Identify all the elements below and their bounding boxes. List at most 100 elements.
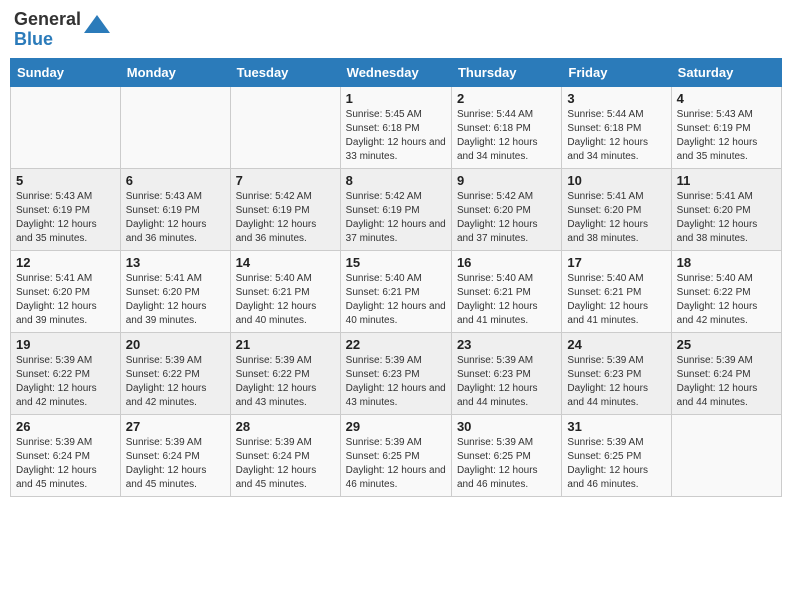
calendar-week-row: 19 Sunrise: 5:39 AM Sunset: 6:22 PM Dayli…: [11, 332, 782, 414]
day-number: 3: [567, 91, 665, 106]
day-number: 29: [346, 419, 446, 434]
logo-icon: [84, 15, 110, 37]
calendar-week-row: 26 Sunrise: 5:39 AM Sunset: 6:24 PM Dayli…: [11, 414, 782, 496]
day-info: Sunrise: 5:39 AM Sunset: 6:22 PM Dayligh…: [126, 354, 225, 410]
column-header-thursday: Thursday: [451, 58, 561, 86]
calendar-day-6: 6 Sunrise: 5:43 AM Sunset: 6:19 PM Daylig…: [120, 168, 230, 250]
day-number: 8: [346, 173, 446, 188]
day-info: Sunrise: 5:40 AM Sunset: 6:21 PM Dayligh…: [236, 272, 335, 328]
day-info: Sunrise: 5:39 AM Sunset: 6:24 PM Dayligh…: [126, 436, 225, 492]
day-number: 1: [346, 91, 446, 106]
calendar-day-25: 25 Sunrise: 5:39 AM Sunset: 6:24 PM Dayli…: [671, 332, 781, 414]
day-number: 6: [126, 173, 225, 188]
day-number: 20: [126, 337, 225, 352]
day-number: 30: [457, 419, 556, 434]
day-number: 27: [126, 419, 225, 434]
day-info: Sunrise: 5:39 AM Sunset: 6:24 PM Dayligh…: [677, 354, 776, 410]
logo-blue-word: Blue: [14, 30, 53, 50]
day-number: 13: [126, 255, 225, 270]
logo-general-word: General: [14, 10, 81, 30]
calendar-day-2: 2 Sunrise: 5:44 AM Sunset: 6:18 PM Daylig…: [451, 86, 561, 168]
calendar-day-9: 9 Sunrise: 5:42 AM Sunset: 6:20 PM Daylig…: [451, 168, 561, 250]
day-info: Sunrise: 5:41 AM Sunset: 6:20 PM Dayligh…: [126, 272, 225, 328]
day-number: 12: [16, 255, 115, 270]
day-info: Sunrise: 5:39 AM Sunset: 6:24 PM Dayligh…: [236, 436, 335, 492]
calendar-empty-cell: [120, 86, 230, 168]
day-info: Sunrise: 5:39 AM Sunset: 6:25 PM Dayligh…: [567, 436, 665, 492]
column-header-saturday: Saturday: [671, 58, 781, 86]
day-number: 19: [16, 337, 115, 352]
day-info: Sunrise: 5:42 AM Sunset: 6:20 PM Dayligh…: [457, 190, 556, 246]
calendar-week-row: 5 Sunrise: 5:43 AM Sunset: 6:19 PM Daylig…: [11, 168, 782, 250]
calendar-day-28: 28Sunrise: 5:39 AM Sunset: 6:24 PM Dayli…: [230, 414, 340, 496]
calendar-day-24: 24 Sunrise: 5:39 AM Sunset: 6:23 PM Dayli…: [562, 332, 671, 414]
day-number: 10: [567, 173, 665, 188]
day-number: 23: [457, 337, 556, 352]
calendar-day-1: 1 Sunrise: 5:45 AM Sunset: 6:18 PM Daylig…: [340, 86, 451, 168]
column-header-wednesday: Wednesday: [340, 58, 451, 86]
calendar-day-12: 12 Sunrise: 5:41 AM Sunset: 6:20 PM Dayli…: [11, 250, 121, 332]
day-info: Sunrise: 5:43 AM Sunset: 6:19 PM Dayligh…: [677, 108, 776, 164]
calendar-day-22: 22Sunrise: 5:39 AM Sunset: 6:23 PM Dayli…: [340, 332, 451, 414]
day-info: Sunrise: 5:44 AM Sunset: 6:18 PM Dayligh…: [457, 108, 556, 164]
day-info: Sunrise: 5:42 AM Sunset: 6:19 PM Dayligh…: [236, 190, 335, 246]
calendar-header-row: SundayMondayTuesdayWednesdayThursdayFrid…: [11, 58, 782, 86]
day-info: Sunrise: 5:41 AM Sunset: 6:20 PM Dayligh…: [16, 272, 115, 328]
day-number: 7: [236, 173, 335, 188]
day-number: 9: [457, 173, 556, 188]
day-info: Sunrise: 5:40 AM Sunset: 6:22 PM Dayligh…: [677, 272, 776, 328]
calendar-empty-cell: [11, 86, 121, 168]
day-info: Sunrise: 5:39 AM Sunset: 6:23 PM Dayligh…: [567, 354, 665, 410]
day-number: 14: [236, 255, 335, 270]
day-number: 11: [677, 173, 776, 188]
day-info: Sunrise: 5:39 AM Sunset: 6:24 PM Dayligh…: [16, 436, 115, 492]
calendar-day-3: 3Sunrise: 5:44 AM Sunset: 6:18 PM Daylig…: [562, 86, 671, 168]
column-header-tuesday: Tuesday: [230, 58, 340, 86]
day-info: Sunrise: 5:42 AM Sunset: 6:19 PM Dayligh…: [346, 190, 446, 246]
calendar-day-4: 4 Sunrise: 5:43 AM Sunset: 6:19 PM Daylig…: [671, 86, 781, 168]
day-number: 31: [567, 419, 665, 434]
day-number: 16: [457, 255, 556, 270]
day-number: 26: [16, 419, 115, 434]
day-info: Sunrise: 5:40 AM Sunset: 6:21 PM Dayligh…: [457, 272, 556, 328]
calendar-empty-cell: [230, 86, 340, 168]
day-info: Sunrise: 5:41 AM Sunset: 6:20 PM Dayligh…: [677, 190, 776, 246]
day-info: Sunrise: 5:39 AM Sunset: 6:22 PM Dayligh…: [236, 354, 335, 410]
calendar-day-21: 21Sunrise: 5:39 AM Sunset: 6:22 PM Dayli…: [230, 332, 340, 414]
calendar-day-5: 5 Sunrise: 5:43 AM Sunset: 6:19 PM Daylig…: [11, 168, 121, 250]
calendar-day-7: 7 Sunrise: 5:42 AM Sunset: 6:19 PM Daylig…: [230, 168, 340, 250]
day-info: Sunrise: 5:43 AM Sunset: 6:19 PM Dayligh…: [126, 190, 225, 246]
day-number: 24: [567, 337, 665, 352]
column-header-friday: Friday: [562, 58, 671, 86]
day-info: Sunrise: 5:45 AM Sunset: 6:18 PM Dayligh…: [346, 108, 446, 164]
day-info: Sunrise: 5:40 AM Sunset: 6:21 PM Dayligh…: [346, 272, 446, 328]
day-number: 4: [677, 91, 776, 106]
day-number: 17: [567, 255, 665, 270]
day-info: Sunrise: 5:43 AM Sunset: 6:19 PM Dayligh…: [16, 190, 115, 246]
calendar-day-16: 16 Sunrise: 5:40 AM Sunset: 6:21 PM Dayli…: [451, 250, 561, 332]
calendar-day-8: 8 Sunrise: 5:42 AM Sunset: 6:19 PM Daylig…: [340, 168, 451, 250]
day-number: 18: [677, 255, 776, 270]
calendar-day-11: 11 Sunrise: 5:41 AM Sunset: 6:20 PM Dayli…: [671, 168, 781, 250]
day-number: 25: [677, 337, 776, 352]
calendar-day-17: 17 Sunrise: 5:40 AM Sunset: 6:21 PM Dayli…: [562, 250, 671, 332]
calendar-day-18: 18 Sunrise: 5:40 AM Sunset: 6:22 PM Dayli…: [671, 250, 781, 332]
logo-text: General Blue: [14, 10, 81, 50]
calendar-day-26: 26 Sunrise: 5:39 AM Sunset: 6:24 PM Dayli…: [11, 414, 121, 496]
calendar-day-23: 23Sunrise: 5:39 AM Sunset: 6:23 PM Dayli…: [451, 332, 561, 414]
logo: General Blue: [14, 10, 110, 50]
calendar-week-row: 1 Sunrise: 5:45 AM Sunset: 6:18 PM Daylig…: [11, 86, 782, 168]
day-number: 5: [16, 173, 115, 188]
calendar-day-13: 13 Sunrise: 5:41 AM Sunset: 6:20 PM Dayli…: [120, 250, 230, 332]
column-header-monday: Monday: [120, 58, 230, 86]
calendar-day-19: 19Sunrise: 5:39 AM Sunset: 6:22 PM Dayli…: [11, 332, 121, 414]
calendar-day-10: 10Sunrise: 5:41 AM Sunset: 6:20 PM Dayli…: [562, 168, 671, 250]
day-number: 2: [457, 91, 556, 106]
calendar-week-row: 12 Sunrise: 5:41 AM Sunset: 6:20 PM Dayli…: [11, 250, 782, 332]
calendar-day-31: 31 Sunrise: 5:39 AM Sunset: 6:25 PM Dayli…: [562, 414, 671, 496]
calendar-day-15: 15Sunrise: 5:40 AM Sunset: 6:21 PM Dayli…: [340, 250, 451, 332]
calendar-table: SundayMondayTuesdayWednesdayThursdayFrid…: [10, 58, 782, 497]
calendar-day-30: 30Sunrise: 5:39 AM Sunset: 6:25 PM Dayli…: [451, 414, 561, 496]
day-info: Sunrise: 5:40 AM Sunset: 6:21 PM Dayligh…: [567, 272, 665, 328]
calendar-empty-cell: [671, 414, 781, 496]
